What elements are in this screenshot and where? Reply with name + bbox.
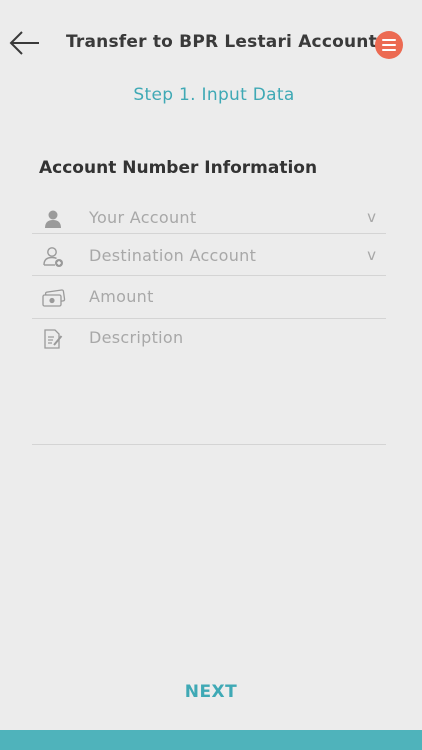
step-indicator: Step 1. Input Data bbox=[133, 85, 295, 105]
user-icon bbox=[42, 208, 64, 230]
chevron-down-icon: v bbox=[367, 246, 376, 264]
description-label: Description bbox=[89, 328, 184, 347]
section-title: Account Number Information bbox=[39, 158, 318, 178]
destination-account-label: Destination Account bbox=[89, 246, 257, 265]
edit-document-icon bbox=[42, 328, 64, 350]
page-title: Transfer to BPR Lestari Account bbox=[66, 32, 377, 52]
chevron-down-icon: v bbox=[367, 208, 376, 226]
divider bbox=[32, 233, 386, 234]
amount-input[interactable]: Amount bbox=[32, 279, 386, 319]
bottom-bar bbox=[0, 730, 422, 750]
app-header: Transfer to BPR Lestari Account bbox=[0, 0, 422, 88]
next-button[interactable]: NEXT bbox=[0, 682, 422, 702]
divider bbox=[32, 275, 386, 276]
money-icon bbox=[42, 287, 66, 309]
user-add-icon bbox=[42, 246, 64, 268]
divider bbox=[32, 318, 386, 319]
back-button[interactable] bbox=[8, 28, 42, 58]
your-account-label: Your Account bbox=[89, 208, 197, 227]
arrow-left-icon bbox=[9, 31, 39, 55]
destination-account-select[interactable]: Destination Account v bbox=[32, 238, 386, 278]
description-textarea[interactable]: Description bbox=[32, 320, 386, 440]
amount-label: Amount bbox=[89, 287, 154, 306]
divider bbox=[32, 444, 386, 445]
menu-button[interactable] bbox=[375, 31, 403, 59]
your-account-select[interactable]: Your Account v bbox=[32, 200, 386, 240]
